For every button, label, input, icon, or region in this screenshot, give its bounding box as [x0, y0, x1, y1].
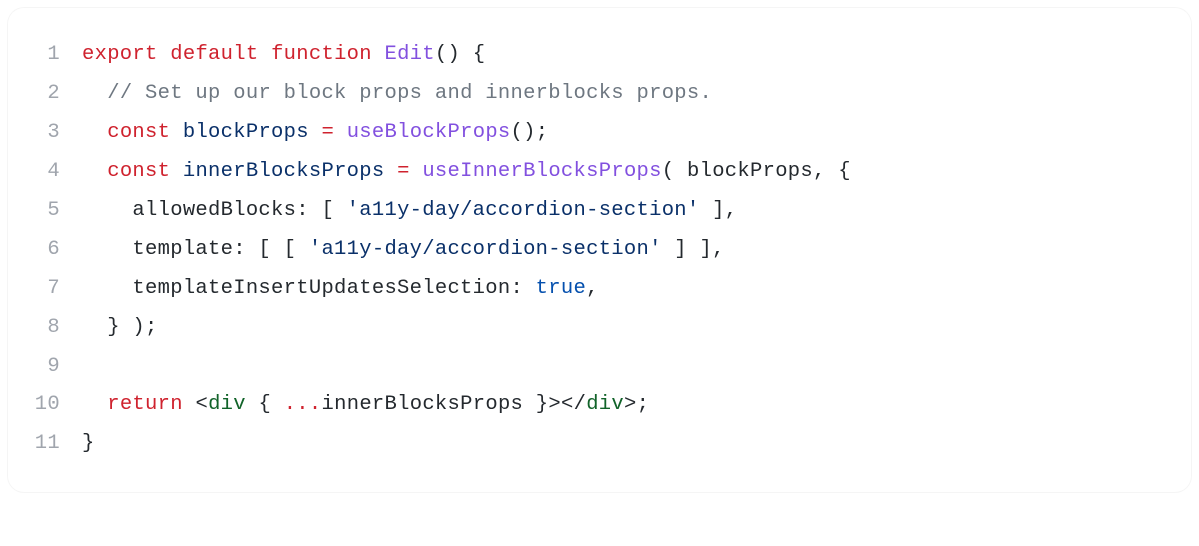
- code-content: templateInsertUpdatesSelection: true,: [82, 270, 599, 309]
- code-token: {: [473, 43, 486, 66]
- code-content: template: [ [ 'a11y-day/accordion-sectio…: [82, 231, 725, 270]
- code-line: 5 allowedBlocks: [ 'a11y-day/accordion-s…: [28, 192, 1171, 231]
- line-number: 5: [28, 192, 82, 231]
- code-token: [183, 393, 196, 416]
- code-content: }: [82, 425, 95, 464]
- line-number: 2: [28, 75, 82, 114]
- line-number: 11: [28, 425, 82, 464]
- line-number: 8: [28, 309, 82, 348]
- code-token: (): [435, 43, 460, 66]
- code-content: const innerBlocksProps = useInnerBlocksP…: [82, 153, 851, 192]
- code-line: 9: [28, 348, 1171, 387]
- line-number: 6: [28, 231, 82, 270]
- code-token: // Set up our block props and innerblock…: [107, 82, 712, 105]
- code-token: const: [107, 160, 170, 183]
- code-content: // Set up our block props and innerblock…: [82, 75, 712, 114]
- code-line: 1export default function Edit() {: [28, 36, 1171, 75]
- code-content: } );: [82, 309, 158, 348]
- code-token: 'a11y-day/accordion-section': [309, 238, 662, 261]
- code-token: [82, 316, 107, 339]
- line-number: 9: [28, 348, 82, 387]
- code-token: [258, 43, 271, 66]
- code-token: ,: [586, 277, 599, 300]
- code-token: {: [838, 160, 851, 183]
- code-token: </: [561, 393, 586, 416]
- code-block: 1export default function Edit() {2 // Se…: [8, 8, 1191, 492]
- code-token: return: [107, 393, 183, 416]
- code-token: ...: [284, 393, 322, 416]
- code-token: div: [208, 393, 246, 416]
- code-line: 8 } );: [28, 309, 1171, 348]
- code-token: ],: [700, 199, 738, 222]
- code-token: [82, 160, 107, 183]
- code-token: (: [662, 160, 687, 183]
- code-token: [82, 82, 107, 105]
- line-number: 3: [28, 114, 82, 153]
- code-token: [372, 43, 385, 66]
- code-token: function: [271, 43, 372, 66]
- code-token: {: [258, 393, 271, 416]
- code-token: export: [82, 43, 158, 66]
- code-token: [384, 160, 397, 183]
- code-line: 4 const innerBlocksProps = useInnerBlock…: [28, 153, 1171, 192]
- code-token: [246, 393, 259, 416]
- line-number: 1: [28, 36, 82, 75]
- code-token: >;: [624, 393, 649, 416]
- code-line: 3 const blockProps = useBlockProps();: [28, 114, 1171, 153]
- code-token: ] ],: [662, 238, 725, 261]
- code-token: ();: [511, 121, 549, 144]
- code-token: innerBlocksProps: [322, 393, 536, 416]
- code-token: useInnerBlocksProps: [422, 160, 661, 183]
- code-token: innerBlocksProps: [183, 160, 385, 183]
- code-token: default: [170, 43, 258, 66]
- code-token: [170, 160, 183, 183]
- code-token: div: [586, 393, 624, 416]
- code-line: 7 templateInsertUpdatesSelection: true,: [28, 270, 1171, 309]
- code-token: [460, 43, 473, 66]
- code-token: >: [548, 393, 561, 416]
- code-token: );: [120, 316, 158, 339]
- code-token: }: [82, 432, 95, 455]
- code-token: <: [195, 393, 208, 416]
- code-token: [82, 393, 107, 416]
- code-token: }: [107, 316, 120, 339]
- code-content: export default function Edit() {: [82, 36, 485, 75]
- code-content: const blockProps = useBlockProps();: [82, 114, 548, 153]
- code-token: [309, 121, 322, 144]
- code-content: allowedBlocks: [ 'a11y-day/accordion-sec…: [82, 192, 737, 231]
- code-token: =: [397, 160, 410, 183]
- code-token: }: [536, 393, 549, 416]
- code-token: 'a11y-day/accordion-section': [347, 199, 700, 222]
- code-token: blockProps,: [687, 160, 838, 183]
- code-token: [158, 43, 171, 66]
- code-token: Edit: [385, 43, 435, 66]
- line-number: 4: [28, 153, 82, 192]
- code-token: templateInsertUpdatesSelection:: [82, 277, 536, 300]
- code-line: 11}: [28, 425, 1171, 464]
- code-token: true: [536, 277, 586, 300]
- line-number: 7: [28, 270, 82, 309]
- code-token: [82, 121, 107, 144]
- code-line: 6 template: [ [ 'a11y-day/accordion-sect…: [28, 231, 1171, 270]
- code-content: return <div { ...innerBlocksProps }></di…: [82, 386, 649, 425]
- code-token: [170, 121, 183, 144]
- code-token: [271, 393, 284, 416]
- line-number: 10: [28, 386, 82, 425]
- code-token: blockProps: [183, 121, 309, 144]
- code-token: [410, 160, 423, 183]
- code-line: 2 // Set up our block props and innerblo…: [28, 75, 1171, 114]
- code-token: template: [ [: [82, 238, 309, 261]
- code-token: [334, 121, 347, 144]
- code-token: useBlockProps: [347, 121, 511, 144]
- code-line: 10 return <div { ...innerBlocksProps }><…: [28, 386, 1171, 425]
- code-token: =: [321, 121, 334, 144]
- code-token: allowedBlocks: [: [82, 199, 347, 222]
- code-token: const: [107, 121, 170, 144]
